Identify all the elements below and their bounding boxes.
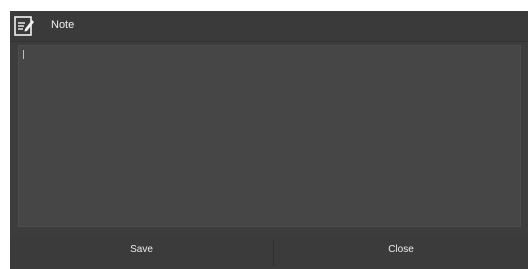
save-button[interactable]: Save xyxy=(10,235,273,269)
title-bar: Note xyxy=(10,11,528,42)
dialog-title: Note xyxy=(51,19,75,31)
button-bar: Save Close xyxy=(10,235,528,269)
note-dialog: Note Save Close xyxy=(10,11,528,269)
close-button[interactable]: Close xyxy=(274,235,528,269)
text-caret xyxy=(23,50,24,59)
note-edit-icon xyxy=(12,14,36,38)
editor-area xyxy=(10,42,528,235)
note-text-field[interactable] xyxy=(18,45,521,227)
